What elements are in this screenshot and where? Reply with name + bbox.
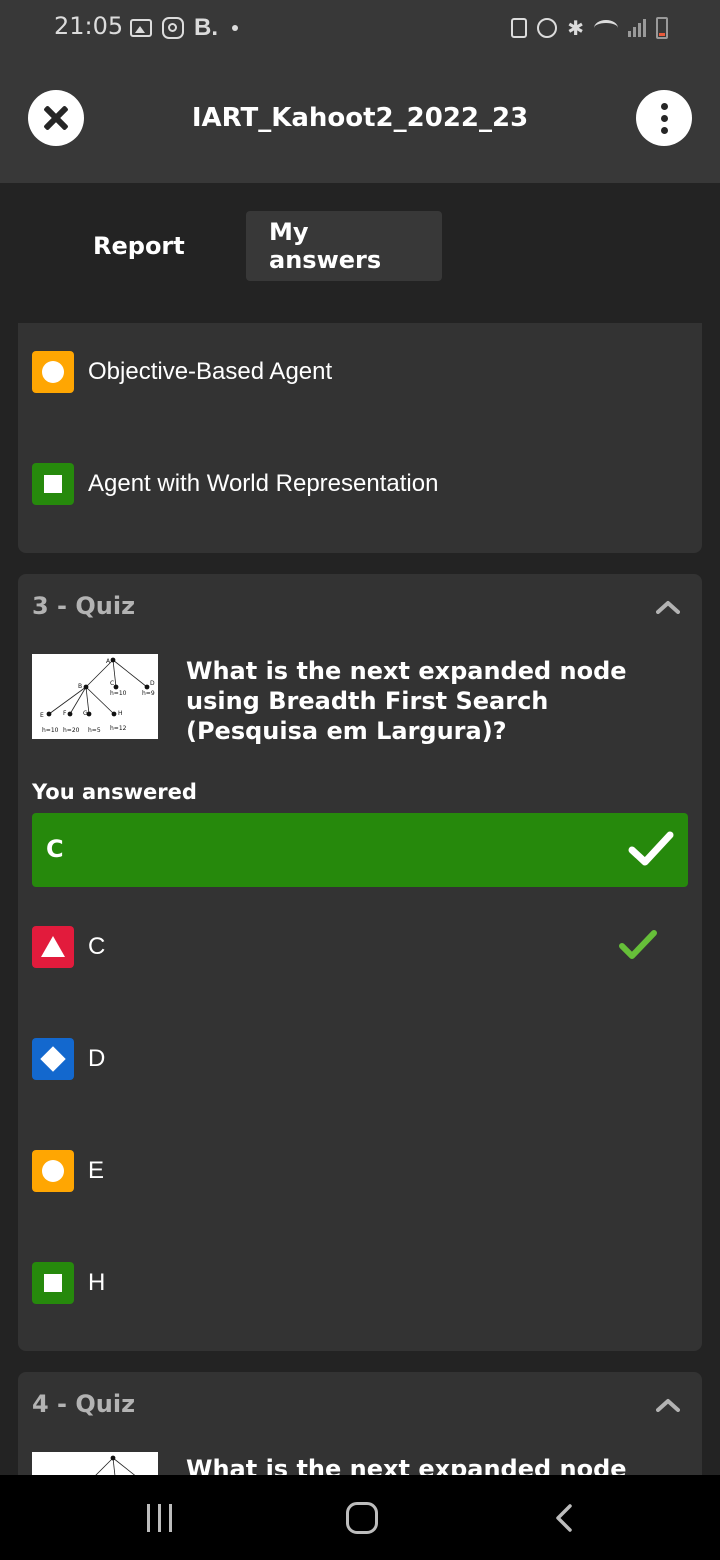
answer-option: Objective-Based Agent <box>32 351 332 393</box>
answer-option: C <box>32 926 105 968</box>
battery-icon <box>656 17 668 39</box>
lock-icon <box>511 18 528 38</box>
answer-option-label: C <box>88 933 106 960</box>
tree-node-label: G <box>83 710 88 717</box>
question-card-3: 3 - Quiz A B C D E F G H h=10 h=20 h=5 h… <box>18 574 702 1351</box>
tree-node-label: F <box>63 710 67 717</box>
correct-checkmark-icon <box>619 930 657 959</box>
triangle-shape-icon <box>32 926 74 968</box>
system-nav-bar <box>0 1475 720 1560</box>
gallery-icon <box>130 19 152 37</box>
question-title: 3 - Quiz <box>32 592 136 620</box>
answer-option-label: D <box>88 1045 106 1072</box>
instagram-icon <box>162 17 184 39</box>
tree-heuristic-label: h=10 <box>42 727 59 734</box>
question-image <box>32 1452 158 1475</box>
screen: 21:05 B. ✱ IART_Kahoot2_2022_23 Report M… <box>0 0 720 1560</box>
recent-apps-icon[interactable] <box>147 1504 172 1532</box>
circle-shape-icon <box>32 1150 74 1192</box>
tree-heuristic-label: h=5 <box>88 727 101 734</box>
question-card-4: 4 - Quiz What is the next expanded node <box>18 1372 702 1475</box>
square-shape-icon <box>32 1262 74 1304</box>
question-title: 4 - Quiz <box>32 1390 136 1418</box>
answer-option: H <box>32 1262 105 1304</box>
answer-option: E <box>32 1150 104 1192</box>
tree-node-label: C <box>110 680 114 687</box>
chevron-up-icon[interactable] <box>656 1398 680 1412</box>
tree-heuristic-label: h=20 <box>63 727 80 734</box>
search-tree-diagram <box>95 1455 136 1475</box>
your-answer-bar: C <box>32 813 688 887</box>
back-icon[interactable] <box>552 1503 576 1533</box>
wifi-icon <box>594 20 618 36</box>
tab-my-answers[interactable]: My answers <box>246 211 442 281</box>
question-text: What is the next expanded node using Bre… <box>186 657 627 745</box>
tree-heuristic-label: h=9 <box>142 690 155 697</box>
answer-option-label: Agent with World Representation <box>88 470 439 497</box>
checkmark-icon <box>628 831 674 866</box>
tree-node-label: E <box>40 712 44 719</box>
answer-option-label: Objective-Based Agent <box>88 358 333 385</box>
tree-node-label: A <box>106 658 111 665</box>
tree-heuristic-label: h=10 <box>110 690 127 697</box>
bluetooth-icon: ✱ <box>567 16 584 40</box>
answers-list[interactable]: Objective-Based Agent Agent with World R… <box>0 323 720 1475</box>
tree-node-label: D <box>150 680 155 687</box>
tab-report[interactable]: Report <box>70 211 208 281</box>
status-bar: 21:05 B. ✱ <box>0 0 720 56</box>
square-shape-icon <box>32 463 74 505</box>
circle-shape-icon <box>32 351 74 393</box>
diamond-shape-icon <box>32 1038 74 1080</box>
answer-option-label: E <box>88 1157 105 1184</box>
close-icon[interactable] <box>28 90 84 146</box>
answer-option-label: H <box>88 1269 106 1296</box>
chevron-up-icon[interactable] <box>656 600 680 614</box>
status-time: 21:05 <box>54 12 124 40</box>
alarm-icon <box>537 18 558 38</box>
notification-dot-icon <box>232 25 238 31</box>
you-answered-label: You answered <box>32 780 197 804</box>
status-notification-icons: B. <box>130 14 238 42</box>
question-image: A B C D E F G H h=10 h=20 h=5 h=12 h=10 … <box>32 654 158 739</box>
question-text: What is the next expanded node <box>186 1455 627 1475</box>
home-icon[interactable] <box>346 1502 378 1534</box>
question-card-2: Objective-Based Agent Agent with World R… <box>18 323 702 553</box>
your-answer-text: C <box>46 835 64 863</box>
app-header: IART_Kahoot2_2022_23 <box>0 56 720 183</box>
tab-bar: Report My answers <box>0 183 720 323</box>
answer-option: Agent with World Representation <box>32 463 438 505</box>
answer-option: D <box>32 1038 105 1080</box>
signal-icon <box>628 19 646 37</box>
tree-node-label: H <box>118 710 123 717</box>
tree-heuristic-label: h=12 <box>110 725 127 732</box>
search-tree-diagram: A B C D E F G H h=10 h=20 h=5 h=12 h=10 … <box>40 657 155 734</box>
page-title: IART_Kahoot2_2022_23 <box>191 103 529 133</box>
status-system-icons: ✱ <box>511 14 668 42</box>
tree-node-label: B <box>78 683 82 690</box>
b-app-icon: B. <box>194 14 218 41</box>
more-vertical-icon[interactable] <box>636 90 692 146</box>
